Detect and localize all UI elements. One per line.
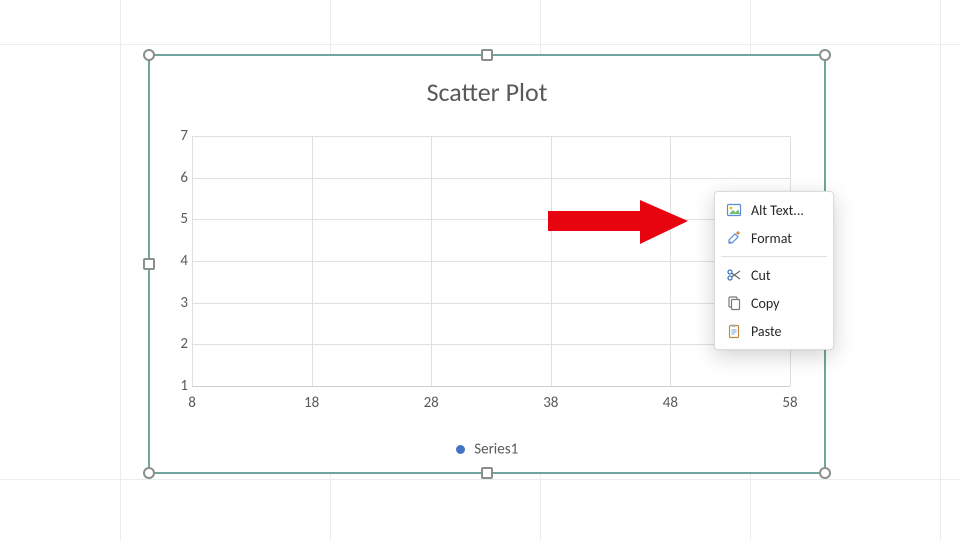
x-tick-label: 58 (782, 394, 797, 412)
clipboard-icon (725, 322, 743, 340)
gridline-horizontal (192, 219, 790, 220)
x-tick-label: 18 (304, 394, 319, 412)
x-tick-label: 38 (543, 394, 558, 412)
gridline-vertical (551, 136, 552, 386)
legend-swatch-icon (456, 445, 465, 454)
menu-item-format[interactable]: Format (715, 224, 833, 252)
resize-handle-top[interactable] (481, 49, 493, 61)
paint-icon (725, 229, 743, 247)
menu-item-copy[interactable]: Copy (715, 289, 833, 317)
menu-item-cut[interactable]: Cut (715, 261, 833, 289)
x-tick-label: 8 (188, 394, 196, 412)
chart-legend[interactable]: Series1 (150, 440, 824, 458)
y-tick-label: 3 (180, 294, 188, 312)
chart-title[interactable]: Scatter Plot (150, 76, 824, 108)
scissors-icon (725, 266, 743, 284)
menu-item-label: Paste (751, 323, 781, 340)
gridline-horizontal (192, 303, 790, 304)
resize-handle-left[interactable] (143, 258, 155, 270)
resize-handle-bottom[interactable] (481, 467, 493, 479)
menu-item-paste[interactable]: Paste (715, 317, 833, 345)
x-tick-label: 28 (424, 394, 439, 412)
menu-item-label: Format (751, 230, 792, 247)
y-tick-label: 1 (180, 377, 188, 395)
legend-series-label: Series1 (474, 440, 518, 458)
menu-separator (721, 256, 827, 257)
gridline-vertical (431, 136, 432, 386)
resize-handle-bottom-left[interactable] (143, 467, 155, 479)
copy-icon (725, 294, 743, 312)
x-tick-label: 48 (663, 394, 678, 412)
chart-canvas[interactable]: Scatter Plot 1 2 3 4 5 6 7 8 18 28 38 48 58 Series1… (148, 54, 826, 474)
plot-area[interactable] (192, 136, 790, 387)
resize-handle-top-left[interactable] (143, 49, 155, 61)
gridline-horizontal (192, 344, 790, 345)
gridline-vertical (670, 136, 671, 386)
resize-handle-top-right[interactable] (819, 49, 831, 61)
menu-item-label: Alt Text... (751, 202, 804, 219)
gridline-horizontal (192, 178, 790, 179)
resize-handle-bottom-right[interactable] (819, 467, 831, 479)
gridline-horizontal (192, 136, 790, 137)
y-tick-label: 6 (180, 169, 188, 187)
y-axis-labels: 1234567 (160, 136, 188, 386)
menu-item-label: Copy (751, 295, 779, 312)
y-tick-label: 4 (180, 252, 188, 270)
picture-icon (725, 201, 743, 219)
y-tick-label: 5 (180, 210, 188, 228)
gridline-horizontal (192, 261, 790, 262)
gridline-vertical (312, 136, 313, 386)
menu-item-label: Cut (751, 267, 771, 284)
y-tick-label: 7 (180, 127, 188, 145)
menu-item-alt-text[interactable]: Alt Text... (715, 196, 833, 224)
context-menu[interactable]: Alt Text... Format Cut Copy Paste (714, 191, 834, 350)
y-tick-label: 2 (180, 335, 188, 353)
x-axis-labels: 81828384858 (192, 394, 790, 414)
gridline-vertical (192, 136, 193, 386)
